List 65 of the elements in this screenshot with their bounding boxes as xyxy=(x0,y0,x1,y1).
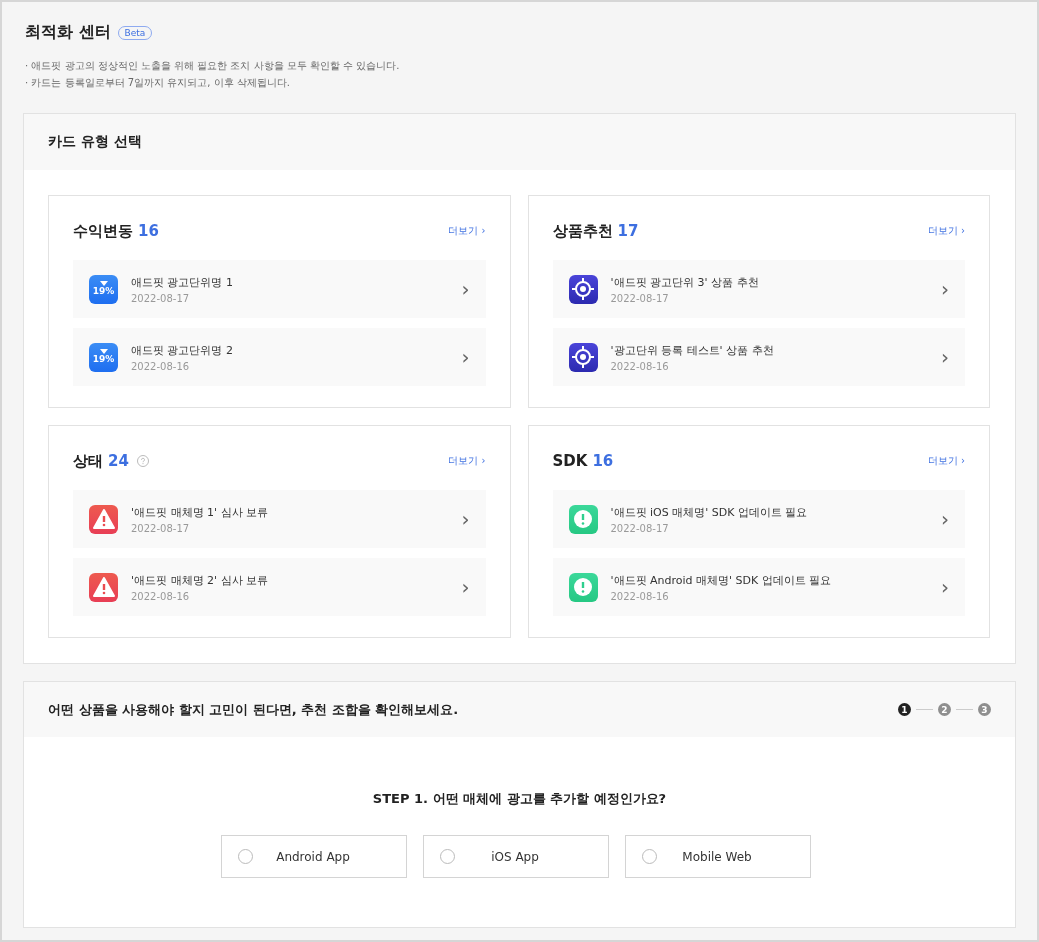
item-title: '애드핏 매체명 1' 심사 보류 xyxy=(131,504,269,520)
media-option[interactable]: iOS App xyxy=(422,835,609,878)
exclamation-icon xyxy=(568,572,598,602)
notification-item[interactable]: 19% 애드핏 광고단위명 2 2022-08-16 › xyxy=(73,328,486,386)
item-title: '애드핏 Android 매체명' SDK 업데이트 필요 xyxy=(610,572,832,588)
item-title: '애드핏 매체명 2' 심사 보류 xyxy=(131,572,269,588)
item-date: 2022-08-17 xyxy=(131,292,191,304)
step-indicator: 2 xyxy=(938,703,951,716)
recommend-title: 어떤 상품을 사용해야 할지 고민이 된다면, 추천 조합을 확인해보세요. xyxy=(48,700,459,719)
chevron-icon: › xyxy=(461,347,470,367)
step-indicator: 1 xyxy=(898,703,911,716)
section-header: 카드 유형 선택 xyxy=(24,114,1015,170)
step-indicator: 3 xyxy=(978,703,991,716)
crosshair-icon xyxy=(568,274,598,304)
more-link[interactable]: 더보기 › xyxy=(927,224,965,238)
card-title: 상태 xyxy=(73,451,103,471)
chevron-icon: › xyxy=(941,509,949,529)
notification-item[interactable]: '애드핏 광고단위 3' 상품 추천 2022-08-17 › xyxy=(552,260,965,318)
item-date: 2022-08-17 xyxy=(131,522,191,534)
notification-item[interactable]: 19% 애드핏 광고단위명 1 2022-08-17 › xyxy=(73,260,486,318)
notification-item[interactable]: '애드핏 iOS 매체명' SDK 업데이트 필요 2022-08-17 › xyxy=(552,490,965,548)
item-title: '애드핏 광고단위 3' 상품 추천 xyxy=(610,274,759,290)
chevron-icon: › xyxy=(461,279,470,299)
more-link[interactable]: 더보기 › xyxy=(448,454,486,468)
page-title: 최적화 센터 xyxy=(25,22,111,43)
decrease-badge-icon: 19% xyxy=(89,342,118,372)
item-title: '광고단위 등록 테스트' 상품 추천 xyxy=(610,342,774,358)
chevron-icon: › xyxy=(461,577,470,597)
decrease-badge-icon: 19% xyxy=(89,274,118,304)
card-count: 24 xyxy=(108,452,129,470)
more-link[interactable]: 더보기 › xyxy=(448,224,486,238)
card-count: 16 xyxy=(592,452,614,470)
card-title: 상품추천 xyxy=(552,221,613,241)
chevron-icon: › xyxy=(941,577,949,597)
media-option[interactable]: Mobile Web xyxy=(624,835,811,878)
exclamation-icon xyxy=(568,504,598,534)
item-title: 애드핏 광고단위명 1 xyxy=(131,274,233,290)
notification-item[interactable]: '애드핏 매체명 1' 심사 보류 2022-08-17 › xyxy=(73,490,486,548)
step-question: STEP 1. 어떤 매체에 광고를 추가할 예정인가요? xyxy=(371,790,668,808)
notification-item[interactable]: '광고단위 등록 테스트' 상품 추천 2022-08-16 › xyxy=(552,328,965,386)
warning-icon xyxy=(89,504,118,534)
notification-item[interactable]: '애드핏 Android 매체명' SDK 업데이트 필요 2022-08-16 › xyxy=(552,558,965,616)
item-date: 2022-08-16 xyxy=(131,360,191,372)
item-title: 애드핏 광고단위명 2 xyxy=(131,342,233,358)
notification-item[interactable]: '애드핏 매체명 2' 심사 보류 2022-08-16 › xyxy=(73,558,486,616)
more-link[interactable]: 더보기 › xyxy=(927,454,965,468)
item-date: 2022-08-17 xyxy=(610,292,670,304)
item-date: 2022-08-16 xyxy=(131,590,191,602)
chevron-icon: › xyxy=(941,279,949,299)
item-title: '애드핏 iOS 매체명' SDK 업데이트 필요 xyxy=(610,504,808,520)
item-date: 2022-08-16 xyxy=(610,590,670,602)
warning-icon xyxy=(89,572,118,602)
item-date: 2022-08-17 xyxy=(610,522,670,534)
card-count: 17 xyxy=(617,222,639,240)
item-date: 2022-08-16 xyxy=(610,360,670,372)
notice-text: · 카드는 등록일로부터 7일까지 유지되고, 이후 삭제됩니다. xyxy=(25,76,291,90)
card-title: SDK xyxy=(552,452,588,470)
help-icon[interactable] xyxy=(136,455,149,467)
chevron-icon: › xyxy=(941,347,949,367)
card-title: 수익변동 xyxy=(73,221,133,241)
crosshair-icon xyxy=(568,342,598,372)
notice-text: · 애드핏 광고의 정상적인 노출을 위해 필요한 조치 사항을 모두 확인할 수 있습니다. xyxy=(25,59,401,73)
chevron-icon: › xyxy=(461,509,470,529)
card-count: 16 xyxy=(138,222,159,240)
media-option[interactable]: Android App xyxy=(220,835,407,878)
